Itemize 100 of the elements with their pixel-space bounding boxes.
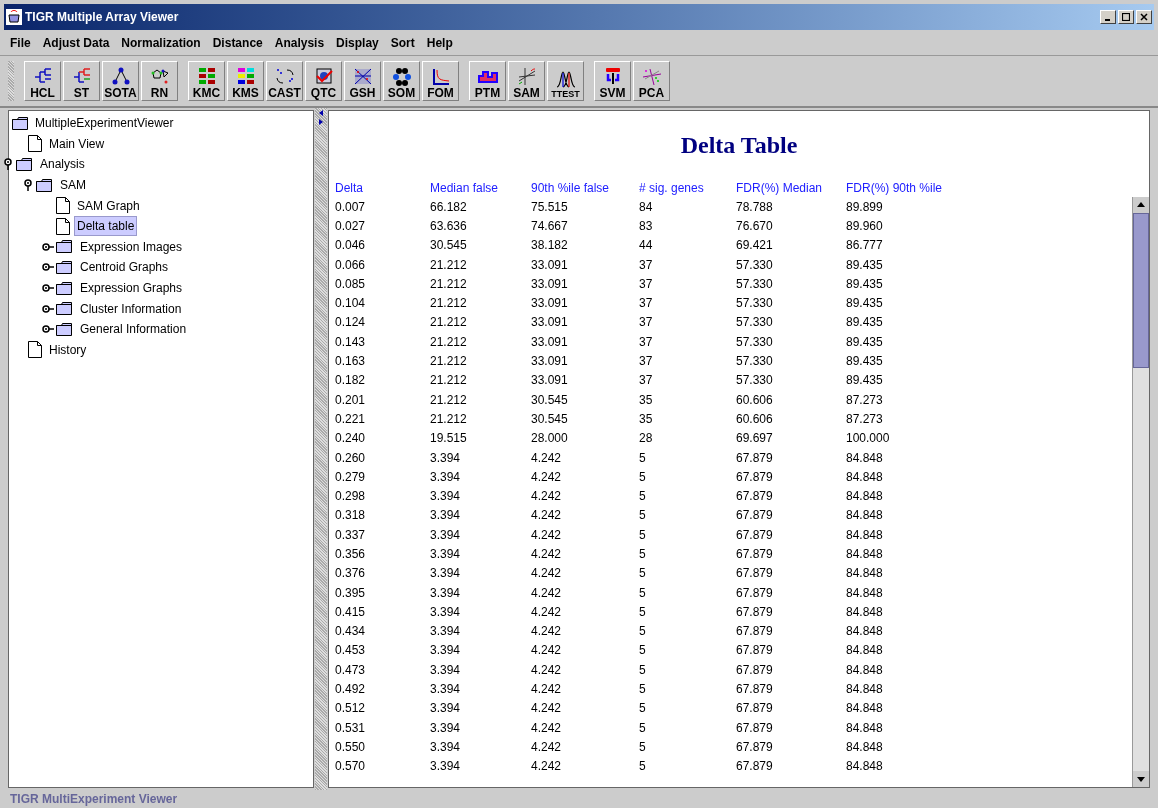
tree-item[interactable]: Expression Images — [77, 236, 186, 257]
table-cell-text: 57.330 — [736, 295, 774, 313]
tool-button[interactable]: PCA — [633, 61, 670, 101]
menu-item[interactable]: Distance — [212, 33, 263, 52]
table-cell-text: 30.545 — [531, 391, 569, 409]
table-cell-text: 69.421 — [736, 237, 774, 255]
table-cell-text: 0.473 — [335, 661, 367, 679]
tool-button[interactable]: TTEST — [547, 61, 584, 101]
tool-button[interactable]: KMC — [188, 61, 225, 101]
tool-button[interactable]: RN — [141, 61, 178, 101]
table-cell-text: 5 — [639, 700, 647, 718]
table-cell-text: 0.201 — [335, 391, 367, 409]
table-cell-text: 4.242 — [531, 468, 563, 486]
table-cell-text: 21.212 — [430, 275, 468, 293]
table-cell-text: 4.242 — [531, 642, 563, 660]
table-cell-text: 69.697 — [736, 430, 774, 448]
menu-item[interactable]: Sort — [390, 33, 415, 52]
table-cell-text: 87.273 — [846, 391, 884, 409]
table-cell-text: 4.242 — [531, 700, 563, 718]
table-cell-text: 84.848 — [846, 584, 884, 602]
table-cell-text: 57.330 — [736, 372, 774, 390]
tool-button[interactable]: ST — [63, 61, 100, 101]
tree-item[interactable]: Delta table — [74, 216, 138, 237]
table-cell-text: 21.212 — [430, 314, 468, 332]
tree-item[interactable]: Main View — [46, 133, 108, 154]
table-cell-text: 67.879 — [736, 468, 774, 486]
table-cell-text: 21.212 — [430, 295, 468, 313]
table-cell-text: 67.879 — [736, 681, 774, 699]
table-cell-text: 67.879 — [736, 661, 774, 679]
tool-button[interactable]: HCL — [24, 61, 61, 101]
table-cell-text: 67.879 — [736, 507, 774, 525]
tree-item[interactable]: Cluster Information — [77, 298, 185, 319]
table-cell-text: 5 — [639, 526, 647, 544]
menu-item[interactable]: Display — [336, 33, 379, 52]
table-cell-text: 33.091 — [531, 314, 569, 332]
tree-item[interactable]: SAM — [57, 175, 89, 196]
table-cell-text: 0.027 — [335, 217, 367, 235]
menu-item[interactable]: Analysis — [274, 33, 325, 52]
table-cell-text: 33.091 — [531, 353, 569, 370]
tree-item[interactable]: General Information — [77, 319, 190, 340]
tool-button[interactable]: QTC — [305, 61, 342, 101]
table-cell-text: 5 — [639, 623, 647, 641]
tree-item[interactable]: Expression Graphs — [77, 278, 186, 299]
table-cell-text: 5 — [639, 507, 647, 525]
table-cell-text: 5 — [639, 449, 647, 467]
table-cell-text: 75.515 — [531, 198, 569, 216]
table-cell-text: 100.000 — [846, 430, 891, 448]
table-cell-text: 89.435 — [846, 295, 884, 313]
tree-item[interactable]: History — [46, 339, 90, 360]
table-cell-text: 3.394 — [430, 642, 462, 660]
menu-item[interactable]: Adjust Data — [42, 33, 110, 52]
tree-item[interactable]: Analysis — [37, 154, 88, 175]
menu-item[interactable]: File — [10, 33, 31, 52]
table-cell-text: 67.879 — [736, 565, 774, 583]
table-cell-text: 0.376 — [335, 565, 367, 583]
tool-button[interactable]: SVM — [594, 61, 631, 101]
table-cell-text: 67.879 — [736, 449, 774, 467]
table-cell-text: 67.879 — [736, 546, 774, 563]
column-header: 90th %ile false — [531, 180, 611, 197]
tree-item[interactable]: SAM Graph — [74, 195, 143, 216]
tool-button[interactable]: SAM — [508, 61, 545, 101]
column-header: FDR(%) 90th %ile — [846, 180, 944, 197]
table-cell-text: 19.515 — [430, 430, 468, 448]
tool-button[interactable]: SOTA — [102, 61, 139, 101]
table-cell-text: 89.435 — [846, 256, 884, 274]
table-cell-text: 5 — [639, 758, 647, 776]
tree-item[interactable]: MultipleExperimentViewer — [33, 114, 176, 133]
table-cell-text: 4.242 — [531, 603, 563, 621]
tool-button[interactable]: KMS — [227, 61, 264, 101]
table-cell-text: 76.670 — [736, 217, 774, 235]
table-cell-text: 28 — [639, 430, 654, 448]
table-cell-text: 0.337 — [335, 526, 367, 544]
table-cell-text: 21.212 — [430, 372, 468, 390]
table-cell-text: 3.394 — [430, 565, 462, 583]
menu-item[interactable]: Normalization — [121, 33, 201, 52]
table-cell-text: 0.531 — [335, 719, 367, 737]
table-cell-text: 3.394 — [430, 623, 462, 641]
table-cell-text: 57.330 — [736, 256, 774, 274]
table-cell-text: 5 — [639, 546, 647, 563]
table-cell-text: 3.394 — [430, 758, 462, 776]
table-cell-text: 0.124 — [335, 314, 367, 332]
table-cell-text: 38.182 — [531, 237, 569, 255]
table-cell-text: 57.330 — [736, 333, 774, 351]
menu-item[interactable]: Help — [426, 33, 453, 52]
tree-item[interactable]: Centroid Graphs — [77, 257, 172, 278]
tool-button[interactable]: PTM — [469, 61, 506, 101]
tool-button[interactable]: GSH — [344, 61, 381, 101]
table-cell-text: 84.848 — [846, 468, 884, 486]
table-cell-text: 4.242 — [531, 719, 563, 737]
tool-button[interactable]: SOM — [383, 61, 420, 101]
table-cell-text: 3.394 — [430, 468, 462, 486]
table-cell-text: 89.899 — [846, 198, 884, 216]
status-text: TIGR MultiExperiment Viewer — [10, 791, 178, 808]
table-cell-text: 74.667 — [531, 217, 569, 235]
table-cell-text: 0.434 — [335, 623, 367, 641]
table-cell-text: 28.000 — [531, 430, 569, 448]
table-title: Delta Table — [680, 131, 798, 160]
tool-button[interactable]: FOM — [422, 61, 459, 101]
tool-button[interactable]: CAST — [266, 61, 303, 101]
table-cell-text: 3.394 — [430, 488, 462, 506]
